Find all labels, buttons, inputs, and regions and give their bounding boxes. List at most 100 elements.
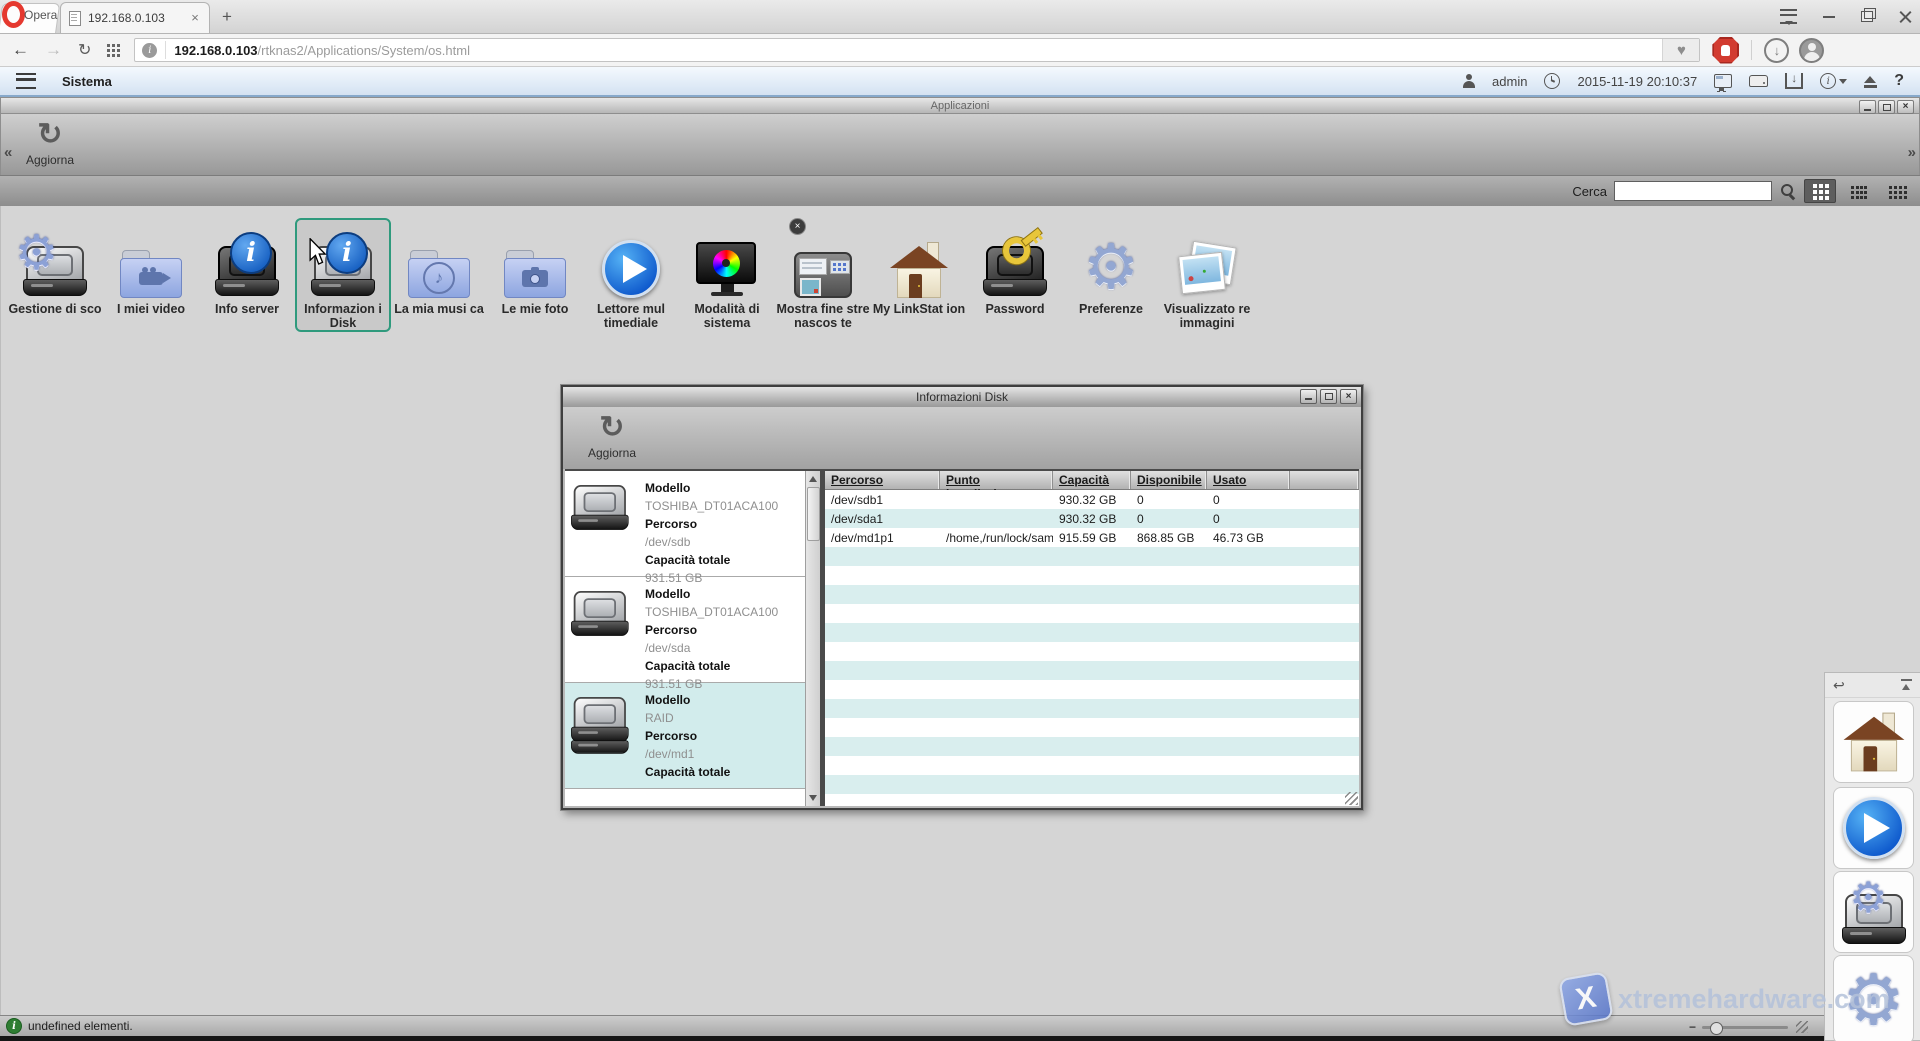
view-list-button[interactable] (1843, 179, 1875, 203)
disk-table-row[interactable] (825, 699, 1359, 718)
disk-settings-icon (1842, 886, 1906, 944)
new-tab-button[interactable]: + (216, 6, 238, 27)
window-close-icon[interactable] (1899, 10, 1912, 23)
close-badge-icon[interactable] (789, 218, 806, 235)
app-le-mie-foto[interactable]: Le mie foto (487, 218, 583, 332)
folder-music-icon (408, 222, 470, 298)
app-la-mia-musica[interactable]: La mia musi ca (391, 218, 487, 332)
disk-table-row[interactable] (825, 775, 1359, 794)
col-disponibile[interactable]: Disponibile (1131, 471, 1207, 489)
tab-close-icon[interactable] (189, 12, 201, 24)
view-grid-button[interactable] (1804, 179, 1836, 203)
dialog-resize-grip[interactable] (1345, 792, 1358, 805)
collapse-right-button[interactable]: » (1908, 144, 1916, 161)
scroll-down-icon[interactable] (809, 795, 817, 801)
dialog-close-button[interactable] (1340, 389, 1357, 404)
disk-table-row[interactable] (825, 718, 1359, 737)
app-visualizzatore-immagini[interactable]: Visualizzato re immagini (1159, 218, 1255, 332)
profile-icon[interactable] (1799, 38, 1824, 63)
disk-table-header: Percorso Punto installazione Capacità Di… (825, 471, 1359, 490)
downloads-icon[interactable] (1764, 38, 1789, 63)
app-informazioni-disk[interactable]: Informazion i Disk (295, 218, 391, 332)
disk-table-row[interactable] (825, 680, 1359, 699)
app-maximize-button[interactable] (1878, 100, 1895, 114)
applications-toolbar: « Aggiorna » (0, 114, 1920, 175)
dialog-minimize-button[interactable] (1300, 389, 1317, 404)
disk-table-row[interactable]: /dev/sda1930.32 GB00 (825, 509, 1359, 528)
search-input[interactable] (1614, 181, 1772, 201)
disk-list-item-sdb[interactable]: Modello TOSHIBA_DT01ACA100 Percorso /dev… (565, 471, 805, 577)
disk-table-row[interactable] (825, 794, 1359, 806)
app-my-linkstation[interactable]: My LinkStat ion (871, 218, 967, 332)
app-info-server[interactable]: Info server (199, 218, 295, 332)
disk-table-row[interactable]: /dev/md1p1/home,/run/lock/sam915.59 GB86… (825, 528, 1359, 547)
disk-table-row[interactable]: /dev/sdb1930.32 GB00 (825, 490, 1359, 509)
clock-icon (1544, 73, 1560, 89)
disk-table-row[interactable] (825, 604, 1359, 623)
search-icon[interactable] (1779, 182, 1797, 200)
help-button[interactable]: ? (1894, 72, 1904, 90)
speed-dial-icon[interactable] (107, 44, 120, 57)
url-field[interactable]: 192.168.0.103 /rtknas2/Applications/Syst… (134, 38, 1700, 62)
scroll-thumb[interactable] (807, 487, 820, 541)
browser-window-menu-icon[interactable] (1780, 9, 1797, 24)
app-password[interactable]: Password (967, 218, 1063, 332)
disk-list-scrollbar[interactable] (805, 471, 820, 806)
sidebar-disk-settings-button[interactable] (1833, 871, 1914, 953)
sidebar-media-player-button[interactable] (1833, 787, 1914, 869)
col-usato[interactable]: Usato (1207, 471, 1290, 489)
app-minimize-button[interactable] (1859, 100, 1876, 114)
disk-list-item-sda[interactable]: Modello TOSHIBA_DT01ACA100 Percorso /dev… (565, 577, 805, 683)
adblock-hand-icon[interactable] (1712, 37, 1739, 64)
hamburger-menu-icon[interactable] (16, 73, 36, 89)
info-dropdown-icon[interactable] (1820, 73, 1847, 89)
col-punto-installazione[interactable]: Punto installazione (940, 471, 1053, 489)
sidebar-back-icon[interactable] (1833, 677, 1845, 694)
view-details-button[interactable] (1882, 179, 1914, 203)
col-capacita[interactable]: Capacità (1053, 471, 1131, 489)
scroll-up-icon[interactable] (809, 476, 817, 482)
app-gestione-disco[interactable]: Gestione di sco (7, 218, 103, 332)
disk-table-row[interactable] (825, 623, 1359, 642)
disk-table-row[interactable] (825, 661, 1359, 680)
app-preferenze[interactable]: Preferenze (1063, 218, 1159, 332)
disk-table-row[interactable] (825, 756, 1359, 775)
user-icon (1463, 74, 1475, 88)
app-close-button[interactable] (1897, 100, 1914, 114)
sidebar-collapse-icon[interactable] (1901, 679, 1912, 692)
disk-table-row[interactable] (825, 547, 1359, 566)
user-name[interactable]: admin (1492, 74, 1527, 89)
window-minimize-icon[interactable] (1823, 16, 1835, 18)
disk-list-item-md1[interactable]: Modello RAID Percorso /dev/md1 Capacità … (565, 683, 805, 789)
disk-table-row[interactable] (825, 642, 1359, 661)
sidebar-home-button[interactable] (1833, 701, 1914, 783)
disk-table-row[interactable] (825, 585, 1359, 604)
media-player-icon (602, 222, 660, 298)
col-percorso[interactable]: Percorso (825, 471, 940, 489)
forward-icon[interactable]: → (45, 40, 62, 60)
disk-table-row[interactable] (825, 737, 1359, 756)
site-info-icon[interactable] (142, 43, 157, 58)
applications-titlebar[interactable]: Applicazioni (0, 97, 1920, 114)
app-lettore-multimediale[interactable]: Lettore mul timediale (583, 218, 679, 332)
reload-icon[interactable] (78, 40, 91, 60)
app-mostra-finestre-nascoste[interactable]: Mostra fine stre nascos te (775, 218, 871, 332)
zoom-thumb[interactable] (1710, 1022, 1723, 1035)
refresh-button[interactable]: Aggiorna (17, 120, 83, 167)
dialog-refresh-button[interactable]: Aggiorna (579, 413, 645, 460)
dialog-titlebar[interactable]: Informazioni Disk (563, 387, 1361, 407)
app-i-miei-video[interactable]: I miei video (103, 218, 199, 332)
disk-table-row[interactable] (825, 566, 1359, 585)
back-icon[interactable]: ← (12, 40, 29, 60)
collapse-left-button[interactable]: « (4, 144, 12, 161)
dialog-maximize-button[interactable] (1320, 389, 1337, 404)
browser-tab[interactable]: 192.168.0.103 (60, 2, 210, 33)
app-modalita-di-sistema[interactable]: Modalità di sistema (679, 218, 775, 332)
download-tray-icon[interactable] (1785, 73, 1803, 89)
window-restore-icon[interactable] (1861, 11, 1873, 22)
bookmark-heart-icon[interactable] (1662, 39, 1699, 61)
display-icon[interactable] (1714, 74, 1732, 88)
opera-menu-label[interactable]: Opera (24, 8, 57, 22)
eject-icon[interactable] (1864, 75, 1877, 88)
drive-icon[interactable] (1749, 75, 1768, 87)
